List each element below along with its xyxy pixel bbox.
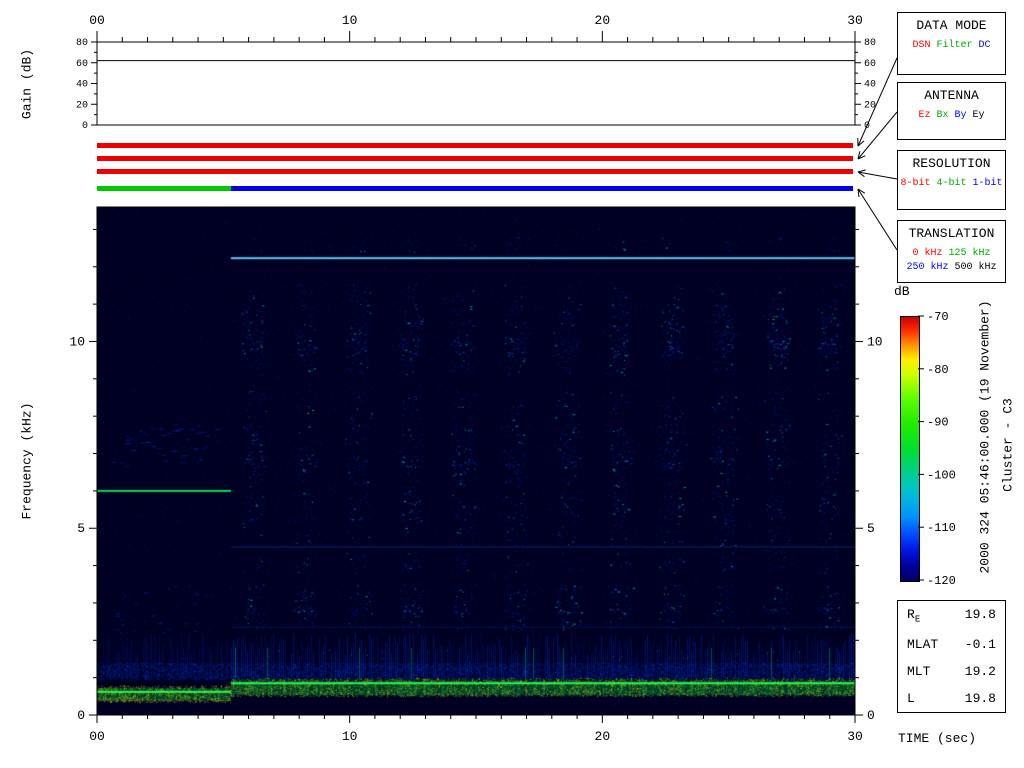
- spacecraft-annotation: Cluster - C3: [1001, 398, 1016, 492]
- ephemeris-row: L 19.8: [898, 691, 1005, 706]
- legend-box-title: DATA MODE: [898, 18, 1005, 33]
- tick-label: 20: [595, 13, 611, 28]
- legend-item: 1-bit: [973, 177, 1003, 190]
- tick-label: -120: [927, 574, 956, 588]
- frequency-axis-title: Frequency (kHz): [20, 402, 35, 519]
- tick: [858, 58, 897, 146]
- ephemeris-label: MLAT: [907, 637, 938, 652]
- tick: [858, 189, 865, 193]
- tick: [858, 172, 897, 179]
- status-bar-antenna: [97, 156, 853, 161]
- tick: [858, 112, 897, 159]
- legend-box-resolution: RESOLUTION 8-bit 4-bit 1-bit: [897, 150, 1006, 210]
- legend-box-items: 8-bit 4-bit 1-bit: [898, 177, 1005, 190]
- tick-label: 60: [76, 59, 88, 70]
- colorbar: [900, 316, 920, 582]
- spectrogram-canvas: [97, 207, 855, 715]
- ephemeris-value: 19.8: [965, 691, 996, 706]
- legend-box-antenna: ANTENNA Ez Bx By Ey: [897, 82, 1006, 140]
- tick-label: 5: [77, 521, 85, 536]
- gain-panel-frame: [97, 42, 855, 125]
- legend-box-data-mode: DATA MODE DSN Filter DC: [897, 12, 1006, 75]
- tick-label: 40: [864, 80, 876, 91]
- legend-item: 500 kHz: [955, 261, 997, 274]
- tick-label: 00: [89, 729, 105, 744]
- tick-label: 30: [847, 13, 863, 28]
- tick-label: -70: [927, 310, 949, 324]
- tick-label: 20: [864, 100, 876, 111]
- tick: [858, 189, 897, 250]
- legend-box-title: TRANSLATION: [898, 226, 1005, 241]
- legend-item: Ey: [973, 109, 985, 122]
- tick: [858, 189, 859, 197]
- tick-label: 10: [342, 13, 358, 28]
- ephemeris-label: MLT: [907, 664, 930, 679]
- tick-label: -90: [927, 416, 949, 430]
- status-bar-data-mode: [97, 143, 853, 148]
- timestamp-annotation: 2000 324 05:46:00.000 (19 November): [978, 300, 993, 573]
- tick-label: 80: [864, 38, 876, 49]
- tick-label: 20: [595, 729, 611, 744]
- tick-label: 80: [76, 38, 88, 49]
- tick-label: 30: [847, 729, 863, 744]
- tick-label: 00: [89, 13, 105, 28]
- legend-box-title: RESOLUTION: [898, 156, 1005, 171]
- legend-item: 125 kHz: [949, 247, 991, 260]
- tick: [858, 151, 860, 159]
- tick-label: 10: [867, 334, 883, 349]
- legend-item: 250 kHz: [906, 261, 948, 274]
- tick-label: 0: [864, 121, 870, 132]
- tick-label: 10: [342, 729, 358, 744]
- legend-item: 0 kHz: [912, 247, 942, 260]
- ephemeris-value: 19.2: [965, 664, 996, 679]
- colorbar-unit-label: dB: [894, 284, 910, 299]
- ephemeris-value: 19.8: [965, 607, 996, 625]
- tick-label: 40: [76, 80, 88, 91]
- tick: [858, 170, 866, 172]
- legend-item: DC: [979, 39, 991, 52]
- tick-label: 60: [864, 59, 876, 70]
- tick-label: -110: [927, 521, 956, 535]
- legend-item: 8-bit: [900, 177, 930, 190]
- ephemeris-row: RE 19.8: [898, 607, 1005, 625]
- tick: [858, 141, 864, 146]
- legend-item: Bx: [936, 109, 948, 122]
- ephemeris-value: -0.1: [965, 637, 996, 652]
- wbd-spectrogram-page: { "labels": { "gain_ylabel": "Gain (dB)"…: [0, 0, 1024, 768]
- tick: [858, 172, 864, 177]
- ephemeris-label: RE: [907, 607, 920, 625]
- legend-item: Filter: [936, 39, 972, 52]
- status-bar-translation: [231, 186, 853, 191]
- ephemeris-row: MLAT -0.1: [898, 637, 1005, 652]
- gain-axis-title: Gain (dB): [20, 49, 35, 119]
- status-bar-translation: [97, 186, 231, 191]
- tick-label: 0: [867, 708, 875, 723]
- ephemeris-row: MLT 19.2: [898, 664, 1005, 679]
- ephemeris-label: L: [907, 691, 915, 706]
- status-bar-resolution: [97, 169, 853, 174]
- tick-label: -100: [927, 468, 956, 482]
- tick-label: 0: [77, 708, 85, 723]
- ephemeris-box: RE 19.8 MLAT -0.1 MLT 19.2 L 19.8: [897, 600, 1006, 713]
- legend-box-title: ANTENNA: [898, 88, 1005, 103]
- time-axis-label: TIME (sec): [898, 731, 976, 746]
- legend-box-translation: TRANSLATION 0 kHz 125 kHz250 kHz 500 kHz: [897, 220, 1006, 283]
- tick-label: -80: [927, 363, 949, 377]
- legend-item: 4-bit: [936, 177, 966, 190]
- legend-box-items: Ez Bx By Ey: [898, 109, 1005, 122]
- tick-label: 0: [82, 121, 88, 132]
- tick-label: 5: [867, 521, 875, 536]
- tick-label: 20: [76, 100, 88, 111]
- legend-item: Ez: [918, 109, 930, 122]
- legend-box-items: DSN Filter DC: [898, 39, 1005, 52]
- legend-item: DSN: [912, 39, 930, 52]
- legend-box-items: 0 kHz 125 kHz250 kHz 500 kHz: [898, 247, 1005, 274]
- tick: [858, 156, 865, 159]
- tick-label: 10: [69, 334, 85, 349]
- legend-item: By: [955, 109, 967, 122]
